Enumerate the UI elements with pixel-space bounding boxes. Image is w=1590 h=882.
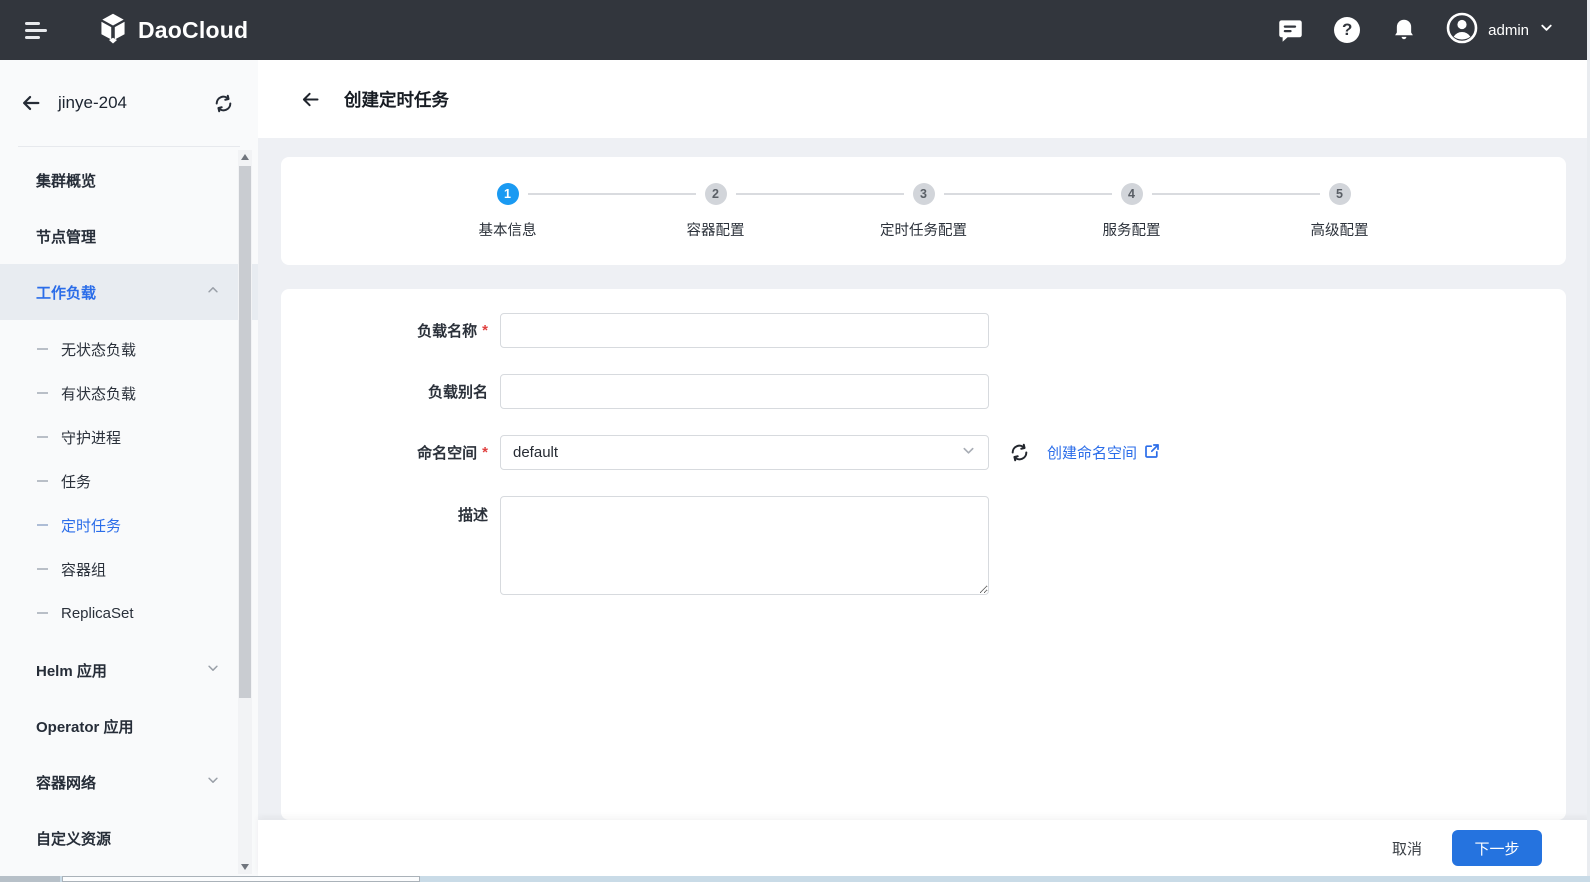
page-title: 创建定时任务 [344,89,449,110]
content-area: 1 基本信息 2 容器配置 3 定时任务配置 4 服务配置 5 高级配置 负载名… [258,138,1590,876]
scrollbar-corner [0,876,60,882]
cluster-header: jinye-204 [0,60,258,146]
avatar-icon [1446,12,1478,49]
workload-name-row: 负载名称 * [281,313,1566,348]
switch-cluster-icon[interactable] [213,93,234,114]
namespace-selected-value: default [513,444,559,461]
brand-logo[interactable]: DaoCloud [97,12,248,49]
sidebar-item-daemonsets[interactable]: 守护进程 [0,415,258,459]
messages-icon[interactable] [1275,15,1305,45]
description-label: 描述 [457,507,488,524]
brand-name: DaoCloud [138,16,249,43]
step-container-config[interactable]: 2 容器配置 [612,182,904,240]
scrollbar-thumb[interactable] [239,166,251,698]
step-service-config[interactable]: 4 服务配置 [1028,182,1320,240]
back-arrow-icon[interactable] [300,89,321,110]
help-icon[interactable]: ? [1332,15,1362,45]
create-namespace-link[interactable]: 创建命名空间 [1047,442,1160,463]
workload-alias-label: 负载别名 [427,384,488,401]
workload-name-input[interactable] [500,313,989,348]
description-textarea[interactable] [500,496,989,595]
wizard-footer: 取消 下一步 [258,820,1590,876]
required-marker: * [482,322,488,339]
wizard-stepper: 1 基本信息 2 容器配置 3 定时任务配置 4 服务配置 5 高级配置 [281,157,1566,265]
sidebar-nav: 集群概览 节点管理 工作负载 无状态负载 有状态负载 守护进程 任务 定时任务 … [0,147,258,866]
top-navbar: DaoCloud ? admin [0,0,1590,60]
sidebar-item-custom-resources[interactable]: 自定义资源 [0,810,258,866]
sidebar-item-statefulsets[interactable]: 有状态负载 [0,371,258,415]
dash-icon [37,348,48,350]
dash-icon [37,524,48,526]
sidebar-item-deployments[interactable]: 无状态负载 [0,327,258,371]
step-basic-info[interactable]: 1 基本信息 [404,182,696,240]
step-cronjob-config[interactable]: 3 定时任务配置 [820,182,1112,240]
daocloud-cube-icon [97,12,129,49]
dash-icon [37,436,48,438]
scroll-up-icon[interactable] [238,150,252,164]
page-header: 创建定时任务 [258,60,1590,138]
next-step-button[interactable]: 下一步 [1452,830,1542,866]
back-arrow-icon[interactable] [20,92,42,114]
workload-name-label: 负载名称 [417,323,478,340]
namespace-select[interactable]: default [500,435,989,470]
dash-icon [37,392,48,394]
description-row: 描述 [281,496,1566,595]
cancel-button[interactable]: 取消 [1392,838,1422,859]
chevron-down-icon [206,661,220,679]
sidebar-item-cluster-overview[interactable]: 集群概览 [0,152,258,208]
namespace-row: 命名空间 * default 创建命名空间 [281,435,1566,470]
chevron-down-icon [206,773,220,791]
scroll-down-icon[interactable] [238,860,252,874]
dash-icon [37,612,48,614]
workload-alias-input[interactable] [500,374,989,409]
chevron-up-icon [206,283,220,301]
user-menu[interactable]: admin [1446,12,1554,49]
workload-submenu: 无状态负载 有状态负载 守护进程 任务 定时任务 容器组 ReplicaSet [0,320,258,642]
sidebar-item-replicasets[interactable]: ReplicaSet [0,591,258,635]
chevron-down-icon [1539,20,1554,40]
sidebar-item-jobs[interactable]: 任务 [0,459,258,503]
sidebar-item-helm-apps[interactable]: Helm 应用 [0,642,258,698]
sidebar-scrollbar[interactable] [238,150,252,874]
window-horizontal-scrollbar[interactable] [0,876,1590,882]
dash-icon [37,568,48,570]
workload-alias-row: 负载别名 [281,374,1566,409]
refresh-namespaces-icon[interactable] [1009,442,1030,463]
sidebar-item-cronjobs[interactable]: 定时任务 [0,503,258,547]
required-marker: * [482,444,488,461]
sidebar-item-operator-apps[interactable]: Operator 应用 [0,698,258,754]
username-label: admin [1488,21,1529,39]
main-area: 创建定时任务 1 基本信息 2 容器配置 3 定时任务配置 4 服务配置 5 高… [258,60,1590,876]
select-chevron-down-icon [961,443,976,463]
dash-icon [37,480,48,482]
external-link-icon [1144,443,1160,463]
cluster-name: jinye-204 [58,93,127,112]
sidebar-item-node-management[interactable]: 节点管理 [0,208,258,264]
horizontal-scrollbar-thumb[interactable] [62,876,420,882]
hamburger-menu-icon[interactable] [25,21,49,39]
namespace-label: 命名空间 [417,445,478,462]
sidebar-item-container-network[interactable]: 容器网络 [0,754,258,810]
sidebar-item-workloads[interactable]: 工作负载 [0,264,258,320]
notifications-bell-icon[interactable] [1389,15,1419,45]
sidebar-item-pods[interactable]: 容器组 [0,547,258,591]
step-advanced-config[interactable]: 5 高级配置 [1236,182,1444,240]
basic-info-form: 负载名称 * 负载别名 命名空间 * default 创建命名空间 描述 [281,289,1566,820]
sidebar: jinye-204 集群概览 节点管理 工作负载 无状态负载 有状态负载 守护进… [0,60,258,876]
